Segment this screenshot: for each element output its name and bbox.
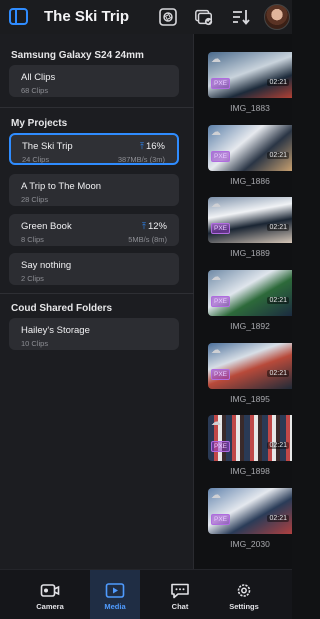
camera-icon [40, 584, 60, 597]
nav-camera[interactable]: Camera [25, 570, 75, 619]
clip-thumbnail[interactable]: ☁ PXE 02:21 [208, 415, 292, 461]
card-title: Hailey's Storage [21, 325, 90, 336]
card-title: Say nothing [21, 260, 72, 271]
format-badge: PXE [211, 514, 231, 525]
format-badge: PXE [211, 441, 231, 452]
media-icon [105, 583, 125, 598]
format-badge: PXE [211, 78, 231, 89]
clip-duration: 02:21 [267, 79, 289, 86]
card-title: All Clips [21, 72, 56, 83]
clip-duration: 02:21 [267, 152, 289, 159]
card-count: 2 Clips [21, 274, 44, 283]
clip-thumbnail[interactable]: ☁ PXE 02:21 [208, 197, 292, 243]
cloud-icon: ☁ [211, 272, 221, 283]
upload-arrow-icon: ⤒ [142, 221, 146, 231]
sort-icon[interactable] [231, 7, 251, 27]
clip-name: IMG_1892 [230, 321, 270, 331]
upload-percent: 12% [147, 221, 167, 232]
cloud-icon: ☁ [211, 127, 221, 138]
cloud-icon: ☁ [211, 199, 221, 210]
cloud-folder-haileys-storage[interactable]: Hailey's Storage 10 Clips [9, 318, 179, 350]
project-item-green-book[interactable]: Green Book 8 Clips ⤒ 12% 5MB/s (8m) [9, 214, 179, 246]
format-badge: PXE [211, 296, 231, 307]
clip-list: ☁ PXE 02:21 IMG_1883 ☁ PXE 02:21 IMG_188… [194, 34, 292, 569]
cloud-section-title: Coud Shared Folders [11, 303, 113, 314]
sync-folder-icon[interactable] [194, 7, 214, 27]
cloud-icon: ☁ [211, 490, 221, 501]
nav-label: Chat [171, 602, 189, 611]
avatar[interactable] [264, 4, 290, 30]
project-item-a-trip-to-the-moon[interactable]: A Trip to The Moon 28 Clips [9, 174, 179, 206]
all-clips-card[interactable]: All Clips 68 Clips [9, 65, 179, 97]
format-badge: PXE [211, 223, 231, 234]
clip-duration: 02:21 [267, 224, 289, 231]
card-count: 24 Clips [22, 155, 50, 164]
card-count: 68 Clips [21, 86, 49, 95]
nav-chat[interactable]: Chat [155, 570, 205, 619]
clip-name: IMG_1883 [230, 103, 270, 113]
divider [0, 107, 194, 108]
format-badge: PXE [211, 151, 231, 162]
clip-duration: 02:21 [267, 442, 289, 449]
card-title: The Ski Trip [22, 141, 73, 152]
card-count: 8 Clips [21, 235, 44, 244]
nav-label: Camera [36, 602, 64, 611]
clip-thumbnail[interactable]: ☁ PXE 02:21 [208, 488, 292, 534]
upload-arrow-icon: ⤒ [140, 141, 144, 151]
clip-name: IMG_1898 [230, 466, 270, 476]
sidebar-toggle-icon[interactable] [9, 8, 28, 25]
upload-progress: ⤒ 16% [140, 141, 165, 152]
clip-thumbnail[interactable]: ☁ PXE 02:21 [208, 270, 292, 316]
clip-name: IMG_2030 [230, 539, 270, 549]
sidebar-panel: Samsung Galaxy S24 24mm All Clips 68 Cli… [0, 34, 194, 569]
format-badge: PXE [211, 369, 231, 380]
top-bar: The Ski Trip [0, 0, 292, 34]
device-section-title: Samsung Galaxy S24 24mm [11, 50, 144, 61]
clip-thumbnail[interactable]: ☁ PXE 02:21 [208, 343, 292, 389]
clip-duration: 02:21 [267, 297, 289, 304]
clip-name: IMG_1895 [230, 394, 270, 404]
bottom-nav: Camera Media Chat Settings [0, 569, 292, 619]
projects-section-title: My Projects [11, 118, 68, 129]
nav-label: Media [104, 602, 126, 611]
project-item-say-nothing[interactable]: Say nothing 2 Clips [9, 253, 179, 285]
card-count: 28 Clips [21, 195, 49, 204]
gear-icon [237, 584, 251, 597]
card-count: 10 Clips [21, 339, 49, 348]
upload-percent: 16% [145, 141, 165, 152]
cloud-icon: ☁ [211, 54, 221, 65]
page-title: The Ski Trip [44, 8, 130, 25]
nav-media[interactable]: Media [90, 570, 140, 619]
cloud-icon: ☁ [211, 345, 221, 356]
card-title: A Trip to The Moon [21, 181, 102, 192]
shutter-icon[interactable] [158, 7, 178, 27]
clip-name: IMG_1889 [230, 248, 270, 258]
upload-rate: 5MB/s (8m) [128, 235, 167, 244]
chat-icon [171, 583, 189, 599]
upload-progress: ⤒ 12% [142, 221, 167, 232]
clip-thumbnail[interactable]: ☁ PXE 02:21 [208, 52, 292, 98]
clip-thumbnail[interactable]: ☁ PXE 02:21 [208, 125, 292, 171]
project-item-the-ski-trip[interactable]: The Ski Trip 24 Clips ⤒ 16% 387MB/s (3m) [9, 133, 179, 165]
upload-rate: 387MB/s (3m) [117, 155, 165, 164]
clip-name: IMG_1886 [230, 176, 270, 186]
clip-duration: 02:21 [267, 515, 289, 522]
divider [0, 293, 194, 294]
nav-settings[interactable]: Settings [219, 570, 269, 619]
card-title: Green Book [21, 221, 72, 232]
nav-label: Settings [229, 602, 259, 611]
clip-duration: 02:21 [267, 370, 289, 377]
cloud-icon: ☁ [211, 417, 221, 428]
